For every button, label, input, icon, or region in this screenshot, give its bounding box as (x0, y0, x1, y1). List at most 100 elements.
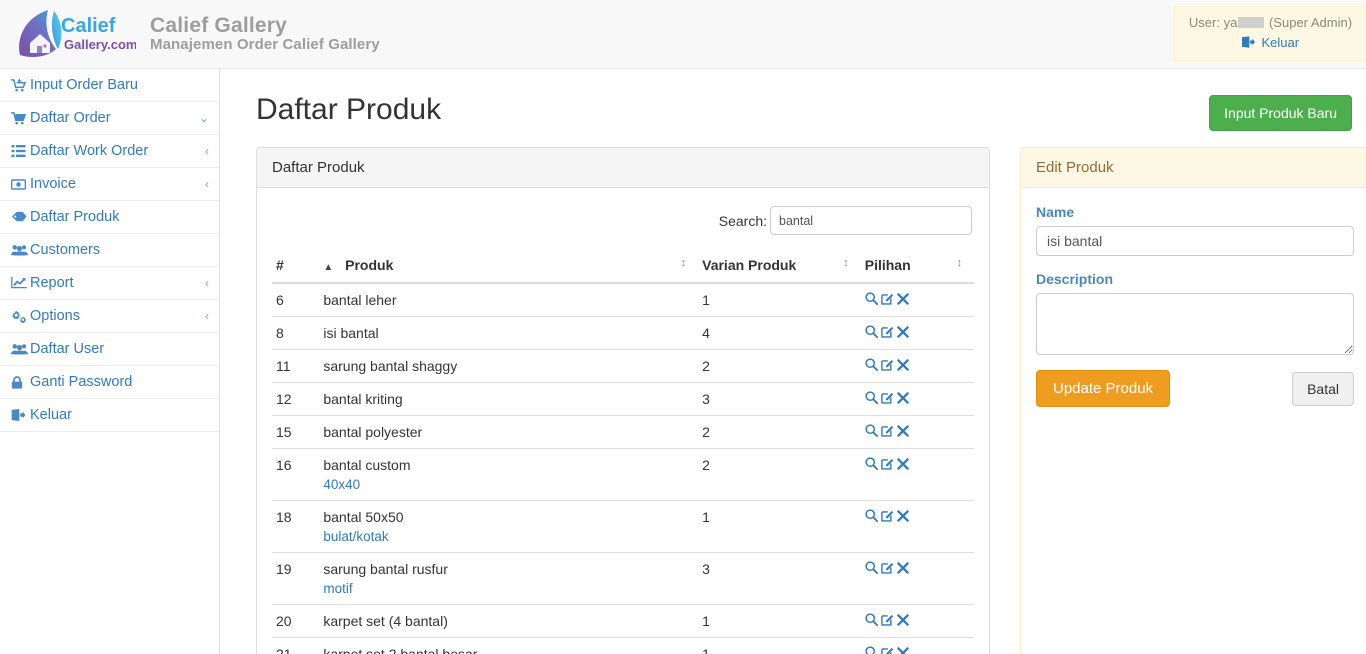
search-icon[interactable] (865, 509, 878, 522)
cart-plus-icon (11, 78, 30, 92)
sidebar-label: Input Order Baru (30, 77, 138, 93)
sidebar-label: Invoice (30, 176, 76, 192)
search-icon[interactable] (865, 325, 878, 338)
edit-icon[interactable] (880, 561, 894, 574)
delete-icon[interactable] (897, 458, 909, 470)
sidebar-item-daftar-user[interactable]: Daftar User (0, 333, 219, 366)
cell-varian: 3 (698, 382, 861, 416)
cell-produk: sarung bantal shaggy (319, 349, 699, 383)
edit-icon[interactable] (880, 457, 894, 470)
user-role: (Super Admin) (1268, 15, 1353, 30)
cell-varian: 3 (698, 552, 861, 605)
batal-button[interactable]: Batal (1292, 371, 1354, 406)
search-icon[interactable] (865, 561, 878, 574)
cell-pilihan (860, 500, 974, 553)
sidebar-item-daftar-order[interactable]: Daftar Order ⌄ (0, 102, 219, 135)
sidebar-item-daftar-produk[interactable]: Daftar Produk (0, 201, 219, 234)
delete-icon[interactable] (897, 359, 909, 371)
column-header-pilihan[interactable]: Pilihan ↕ (860, 249, 974, 284)
sidebar-item-daftar-work-order[interactable]: Daftar Work Order ‹ (0, 135, 219, 168)
update-produk-button[interactable]: Update Produk (1036, 370, 1171, 407)
users-icon (11, 244, 30, 256)
sidebar-item-customers[interactable]: Customers (0, 234, 219, 267)
produk-name: bantal custom (323, 457, 411, 473)
delete-icon[interactable] (897, 425, 909, 437)
tag-icon (11, 211, 30, 223)
chevron-left-icon: ‹ (205, 177, 209, 191)
search-icon[interactable] (865, 646, 878, 654)
cell-pilihan (860, 415, 974, 449)
produk-name: karpet set 2 bantal besar (323, 646, 478, 654)
table-search-row: Search: (272, 202, 974, 249)
chart-line-icon (11, 277, 30, 289)
delete-icon[interactable] (897, 510, 909, 522)
redacted-username (1238, 17, 1265, 28)
description-label: Description (1036, 271, 1114, 287)
edit-icon[interactable] (880, 325, 894, 338)
delete-icon[interactable] (897, 293, 909, 305)
edit-icon[interactable] (880, 292, 894, 305)
cell-produk: sarung bantal rusfur motif (319, 552, 699, 605)
produk-table-head: # ▲ Produk ↕ Varian Produk ↕ Pilihan ↕ (272, 249, 974, 284)
sidebar-item-keluar[interactable]: Keluar (0, 399, 219, 432)
edit-icon[interactable] (880, 391, 894, 404)
delete-icon[interactable] (897, 326, 909, 338)
svg-text:Calief: Calief (61, 15, 116, 37)
chevron-left-icon: ‹ (205, 276, 209, 290)
search-input[interactable] (770, 206, 972, 235)
delete-icon[interactable] (897, 614, 909, 626)
column-header-produk-label: Produk (345, 257, 394, 273)
search-icon[interactable] (865, 292, 878, 305)
column-header-produk[interactable]: ▲ Produk ↕ (319, 249, 699, 284)
produk-table-body: 6 bantal leher 1 8 isi bantal 4 11 sarung banta… (272, 282, 974, 654)
table-row: 11 sarung bantal shaggy 2 (272, 349, 974, 383)
name-field[interactable] (1036, 226, 1354, 256)
cart-icon (11, 111, 30, 125)
cell-num: 20 (272, 604, 320, 638)
produk-name: bantal kriting (323, 391, 403, 407)
edit-icon[interactable] (880, 646, 894, 654)
sidebar-nav: Input Order Baru Daftar Order ⌄ Daftar W… (0, 69, 220, 654)
cell-produk: bantal custom 40x40 (319, 448, 699, 501)
delete-icon[interactable] (897, 647, 909, 654)
cell-pilihan (860, 349, 974, 383)
delete-icon[interactable] (897, 562, 909, 574)
sidebar-item-options[interactable]: Options ‹ (0, 300, 219, 333)
sidebar-item-ganti-password[interactable]: Ganti Password (0, 366, 219, 399)
user-info-box: User: ya (Super Admin) Keluar (1174, 6, 1366, 62)
edit-produk-panel-title: Edit Produk (1021, 148, 1366, 188)
search-icon[interactable] (865, 613, 878, 626)
brand-block[interactable]: Calief Gallery.com Calief Gallery Manaje… (0, 5, 380, 63)
header-logout-link[interactable]: Keluar (1241, 35, 1299, 50)
app-subtitle: Manajemen Order Calief Gallery (150, 36, 380, 54)
edit-icon[interactable] (880, 509, 894, 522)
search-icon[interactable] (865, 457, 878, 470)
input-produk-baru-button[interactable]: Input Produk Baru (1209, 95, 1352, 131)
sort-toggle-icon: ↕ (843, 257, 849, 269)
table-row: 8 isi bantal 4 (272, 316, 974, 350)
sidebar-item-report[interactable]: Report ‹ (0, 267, 219, 300)
search-icon[interactable] (865, 358, 878, 371)
list-icon (11, 145, 30, 157)
edit-icon[interactable] (880, 358, 894, 371)
cell-pilihan (860, 382, 974, 416)
cell-varian: 4 (698, 316, 861, 350)
svg-text:Gallery.com: Gallery.com (64, 37, 136, 52)
delete-icon[interactable] (897, 392, 909, 404)
search-icon[interactable] (865, 391, 878, 404)
column-header-num[interactable]: # (272, 249, 320, 284)
cell-num: 8 (272, 316, 320, 350)
search-icon[interactable] (865, 424, 878, 437)
cell-pilihan (860, 552, 974, 605)
cell-pilihan (860, 448, 974, 501)
description-field[interactable] (1036, 293, 1354, 355)
user-line: User: ya (Super Admin) (1185, 13, 1356, 33)
edit-icon[interactable] (880, 424, 894, 437)
produk-name: sarung bantal shaggy (323, 358, 458, 374)
edit-icon[interactable] (880, 613, 894, 626)
sidebar-item-invoice[interactable]: Invoice ‹ (0, 168, 219, 201)
column-header-varian[interactable]: Varian Produk ↕ (698, 249, 861, 284)
app-header: Calief Gallery.com Calief Gallery Manaje… (0, 0, 1366, 69)
cell-varian: 2 (698, 349, 861, 383)
sidebar-item-input-order-baru[interactable]: Input Order Baru (0, 69, 219, 102)
